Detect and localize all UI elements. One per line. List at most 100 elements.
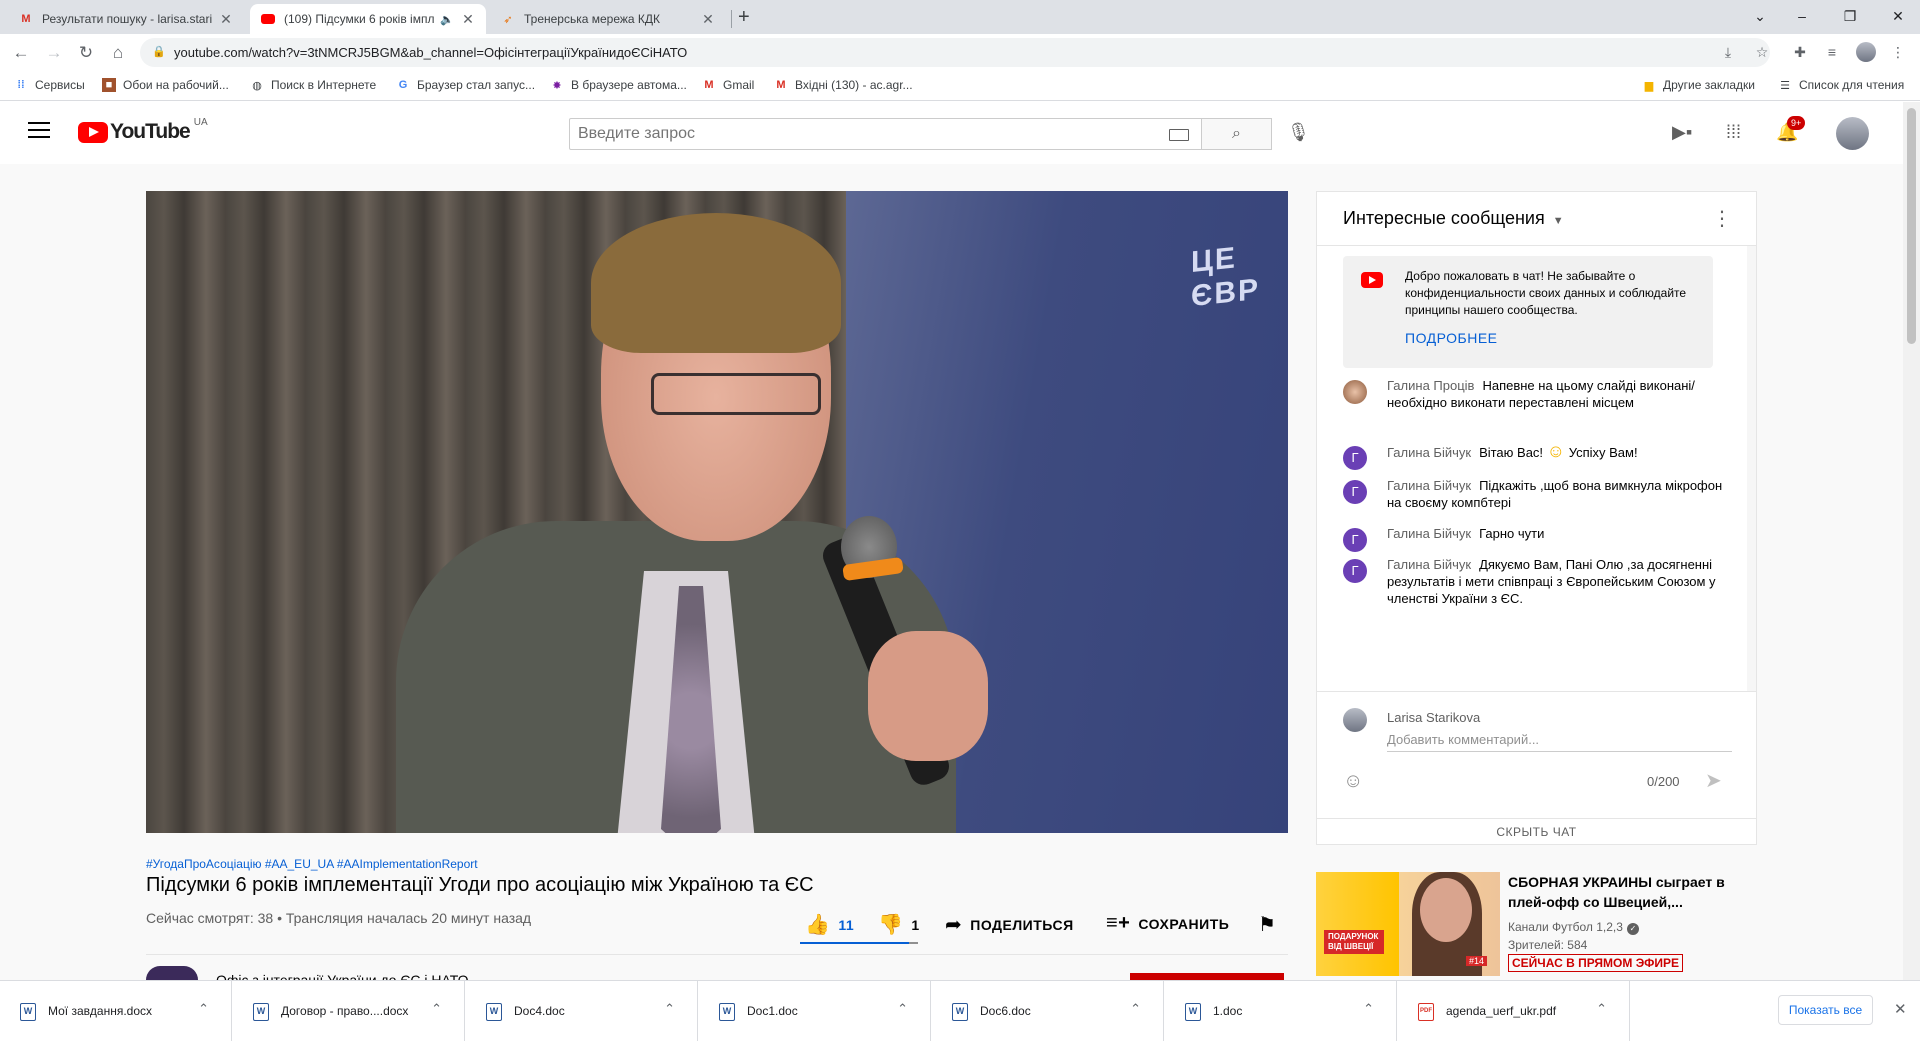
chat-author[interactable]: Галина Бійчук (1387, 526, 1471, 541)
chat-author[interactable]: Галина Бійчук (1387, 557, 1471, 572)
menu-hamburger-icon[interactable] (28, 122, 50, 140)
bookmark-other[interactable]: ▆ Другие закладки (1642, 78, 1755, 92)
share-button[interactable]: ➦ ПОДЕЛИТЬСЯ (945, 912, 1074, 937)
chat-author[interactable]: Галина Проців (1387, 378, 1474, 393)
close-downloads-icon[interactable]: ✕ (1894, 1000, 1907, 1018)
chevron-up-icon[interactable]: ⌃ (1130, 1001, 1141, 1017)
channel-name[interactable]: Канали Футбол 1,2,3 (1508, 920, 1623, 934)
install-app-icon[interactable]: ⤓ (1718, 42, 1738, 62)
bookmark-browser-startup[interactable]: G Браузер стал запус... (396, 78, 535, 92)
microphone-icon[interactable]: 🎙 (1287, 122, 1310, 143)
tab-trainers-network[interactable]: ➶ Тренерська мережа КДК ✕ (490, 4, 726, 34)
chat-scrollbar[interactable] (1747, 246, 1756, 691)
like-button[interactable]: 👍 11 (805, 912, 854, 937)
video-actions: 👍 11 👎 1 ➦ ПОДЕЛИТЬСЯ ≡+ СОХРАНИТЬ ⚑ (800, 904, 1290, 944)
chevron-up-icon[interactable]: ⌃ (431, 1001, 442, 1017)
download-item[interactable]: W 1.doc ⌃ (1165, 981, 1397, 1041)
minimize-icon[interactable]: – (1782, 4, 1822, 28)
download-item[interactable]: PDF agenda_uerf_ukr.pdf ⌃ (1398, 981, 1630, 1041)
address-bar[interactable]: 🔒 youtube.com/watch?v=3tNMCRJ5BGM&ab_cha… (140, 38, 1770, 67)
close-tab-icon[interactable]: ✕ (218, 11, 234, 28)
download-item[interactable]: W Мої завдання.docx ⌃ (0, 981, 232, 1041)
channel-name[interactable]: Офіс з інтеграції України до ЄС і НАТО (216, 972, 469, 980)
extensions-icon[interactable]: ✚ (1790, 42, 1810, 62)
recommended-video[interactable]: ПОДАРУНОК ВІД ШВЕЦІЇ #14 СБОРНАЯ УКРАИНЫ… (1316, 872, 1776, 980)
youtube-masthead: YouTube UA Введите запрос ⌕ 🎙 ▶▪ ⁞⁞⁞ 🔔 9… (0, 102, 1903, 164)
user-avatar[interactable]: Г (1343, 559, 1367, 583)
menu-kebab-icon[interactable]: ⋮ (1888, 42, 1908, 62)
dislike-button[interactable]: 👎 1 (878, 912, 920, 937)
tab-search-icon[interactable]: ⌄ (1740, 4, 1780, 28)
bookmark-gmail[interactable]: M Gmail (702, 78, 754, 92)
emoji-picker-icon[interactable]: ☺ (1343, 770, 1363, 793)
audio-playing-icon[interactable]: 🔈 (440, 13, 454, 26)
chat-comment-input[interactable]: Добавить комментарий... (1387, 732, 1732, 752)
speaker-hair (591, 213, 841, 353)
user-avatar[interactable]: Г (1343, 480, 1367, 504)
apps-grid-icon[interactable]: ⁞⁞⁞ (1726, 122, 1741, 143)
bookmark-browser-auto[interactable]: ✸ В браузере автома... (550, 78, 687, 92)
account-avatar[interactable] (1836, 117, 1869, 150)
new-tab-icon[interactable]: + (738, 6, 750, 29)
keyboard-icon[interactable] (1169, 129, 1189, 141)
bookmark-reading-list[interactable]: ☰ Список для чтения (1778, 78, 1904, 92)
forward-icon[interactable]: → (43, 42, 65, 64)
bookmark-label: Другие закладки (1663, 78, 1755, 92)
download-item[interactable]: W Doc4.doc ⌃ (466, 981, 698, 1041)
chevron-up-icon[interactable]: ⌃ (198, 1001, 209, 1017)
page-scrollbar[interactable] (1903, 102, 1920, 980)
user-avatar[interactable] (1343, 380, 1367, 404)
tab-separator (731, 10, 732, 28)
close-tab-icon[interactable]: ✕ (700, 11, 716, 28)
scrollbar-thumb[interactable] (1907, 108, 1916, 344)
media-control-icon[interactable]: ≡ (1822, 42, 1842, 62)
chevron-up-icon[interactable]: ⌃ (1596, 1001, 1607, 1017)
channel-avatar[interactable] (146, 966, 198, 980)
chat-author[interactable]: Галина Бійчук (1387, 445, 1471, 460)
video-thumbnail[interactable]: ПОДАРУНОК ВІД ШВЕЦІЇ #14 (1316, 872, 1500, 976)
chat-mode-label: Интересные сообщения (1343, 208, 1545, 228)
download-item[interactable]: W Doc6.doc ⌃ (932, 981, 1164, 1041)
video-title: Підсумки 6 років імплементації Угоди про… (146, 874, 814, 896)
send-icon[interactable]: ➤ (1705, 768, 1722, 793)
hide-chat-button[interactable]: СКРЫТЬ ЧАТ (1317, 818, 1756, 845)
download-item[interactable]: W Doc1.doc ⌃ (699, 981, 931, 1041)
close-tab-icon[interactable]: ✕ (460, 11, 476, 28)
tab-youtube[interactable]: (109) Підсумки 6 років імпл 🔈 ✕ (250, 4, 486, 34)
youtube-logo[interactable]: YouTube UA (78, 117, 208, 144)
close-window-icon[interactable]: ✕ (1878, 4, 1918, 28)
lock-icon[interactable]: 🔒 (152, 38, 166, 67)
bookmark-wallpapers[interactable]: ■ Обои на рабочий... (102, 78, 229, 92)
reload-icon[interactable]: ↻ (75, 42, 97, 64)
back-icon[interactable]: ← (10, 42, 32, 64)
chat-more-icon[interactable]: ⋮ (1712, 206, 1732, 231)
recommended-title[interactable]: СБОРНАЯ УКРАИНЫ сыграет в плей-офф со Шв… (1508, 872, 1748, 912)
divider (146, 954, 1288, 955)
show-all-downloads-button[interactable]: Показать все (1778, 995, 1873, 1025)
chevron-up-icon[interactable]: ⌃ (664, 1001, 675, 1017)
subscribe-button[interactable] (1130, 973, 1284, 980)
create-video-icon[interactable]: ▶▪ (1672, 122, 1692, 143)
download-item[interactable]: W Договор - право....docx ⌃ (233, 981, 465, 1041)
video-player[interactable]: ЦЕ ЄВР (146, 191, 1288, 833)
search-input[interactable]: Введите запрос (569, 118, 1202, 150)
user-avatar[interactable]: Г (1343, 528, 1367, 552)
profile-avatar[interactable] (1856, 42, 1876, 62)
bookmark-inbox[interactable]: M Вхідні (130) - ac.agr... (774, 78, 912, 92)
chat-mode-selector[interactable]: Интересные сообщения ▼ (1343, 208, 1564, 228)
chevron-up-icon[interactable]: ⌃ (1363, 1001, 1374, 1017)
learn-more-link[interactable]: ПОДРОБНЕЕ (1405, 330, 1498, 346)
bookmark-apps[interactable]: ⁞⁞ Сервисы (14, 78, 84, 92)
bookmark-star-icon[interactable]: ☆ (1752, 42, 1772, 62)
search-button[interactable]: ⌕ (1202, 118, 1272, 150)
save-button[interactable]: ≡+ СОХРАНИТЬ (1106, 912, 1229, 935)
restore-icon[interactable]: ❐ (1830, 4, 1870, 28)
chevron-up-icon[interactable]: ⌃ (897, 1001, 908, 1017)
bookmark-web-search[interactable]: ◍ Поиск в Интернете (250, 78, 376, 92)
user-avatar[interactable]: Г (1343, 446, 1367, 470)
home-icon[interactable]: ⌂ (107, 42, 129, 64)
report-button[interactable]: ⚑ (1258, 912, 1284, 937)
tab-gmail-search[interactable]: M Результати пошуку - larisa.starik ✕ (8, 4, 244, 34)
video-hashtags[interactable]: #УгодаПроАсоціацію #AA_EU_UA #AAImplemen… (146, 857, 478, 871)
chat-author[interactable]: Галина Бійчук (1387, 478, 1471, 493)
